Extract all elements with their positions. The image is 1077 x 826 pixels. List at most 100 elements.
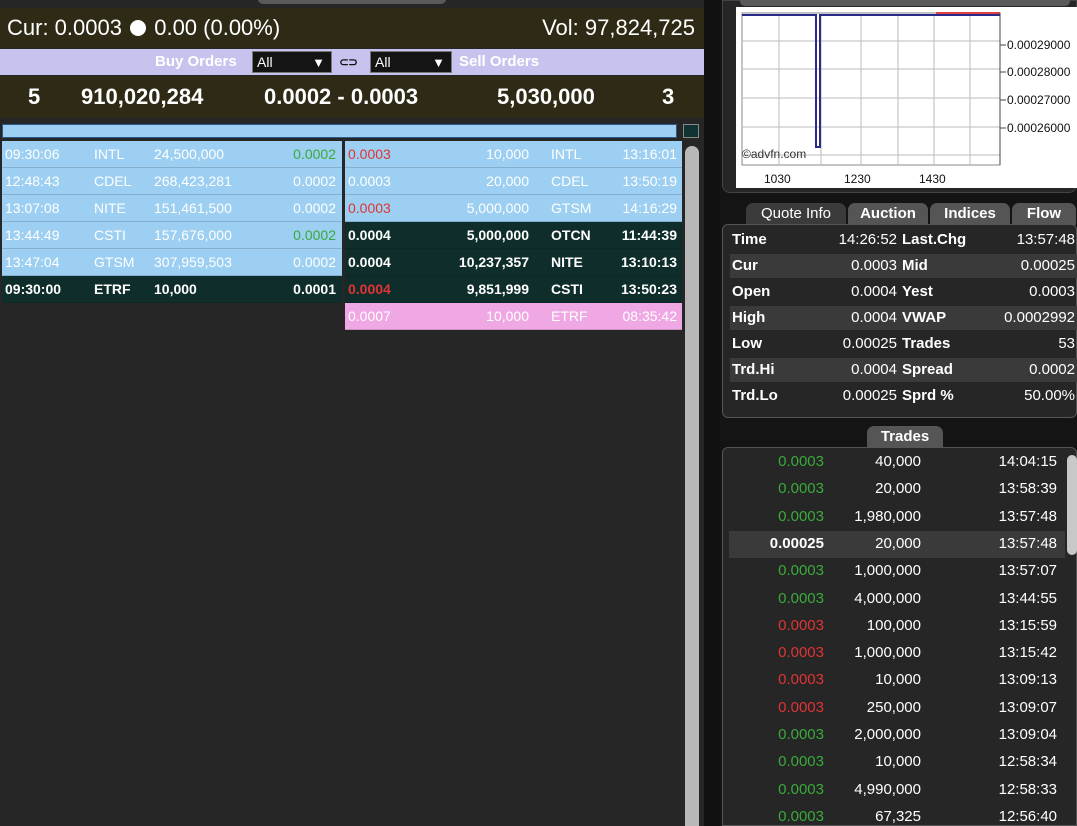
trade-row[interactable]: 0.0003 250,000 13:09:07 — [729, 695, 1065, 722]
buy-volume: 910,020,284 — [81, 84, 204, 109]
trade-row[interactable]: 0.0003 2,000,000 13:09:04 — [729, 722, 1065, 749]
trade-row[interactable]: 0.0003 1,000,000 13:15:42 — [729, 640, 1065, 667]
x-tick-label: 1030 — [764, 172, 791, 186]
sell-order-row[interactable]: 0.0007 10,000 ETRF 08:35:42 — [345, 303, 682, 330]
order-size: 9,851,999 — [466, 281, 529, 297]
price-header: Cur: 0.0003 0.00 (0.00%) Vol: 97,824,725 — [0, 8, 704, 48]
buy-orders-table: 09:30:06 INTL 24,500,000 0.0002 12:48:43 CDEL… — [2, 141, 342, 303]
quote-value: 0.00025 — [842, 387, 897, 404]
trades-label[interactable]: Trades — [867, 426, 943, 448]
trade-row[interactable]: 0.0003 10,000 12:58:34 — [729, 749, 1065, 776]
order-mm: ETRF — [551, 308, 588, 324]
current-price-label: Cur: 0.0003 — [7, 15, 122, 40]
buy-order-row[interactable]: 12:48:43 CDEL 268,423,281 0.0002 — [2, 168, 342, 195]
trade-qty: 1,980,000 — [854, 507, 921, 525]
order-time: 09:30:00 — [5, 281, 62, 297]
level-bar — [2, 124, 677, 138]
trade-row[interactable]: 0.0003 1,000,000 13:57:07 — [729, 558, 1065, 585]
trade-row[interactable]: 0.0003 67,325 12:56:40 — [729, 804, 1065, 826]
trade-row[interactable]: 0.0003 1,980,000 13:57:48 — [729, 504, 1065, 531]
intraday-chart[interactable]: ©advfn.com 1030 1230 1430 0.00029000 0.0… — [736, 7, 1077, 188]
order-time: 13:16:01 — [622, 146, 678, 162]
buy-order-row[interactable]: 13:47:04 GTSM 307,959,503 0.0002 — [2, 249, 342, 276]
order-time: 12:48:43 — [5, 173, 60, 189]
sell-order-row[interactable]: 0.0003 20,000 CDEL 13:50:19 — [345, 168, 682, 195]
tab-flow[interactable]: Flow — [1012, 203, 1076, 225]
trade-time: 13:15:42 — [998, 644, 1057, 662]
buy-count: 5 — [28, 84, 41, 109]
order-price: 0.0002 — [293, 146, 336, 162]
y-tick-label: 0.00029000 — [1007, 38, 1071, 52]
trades-scrollbar[interactable] — [1067, 455, 1077, 555]
tab-auction[interactable]: Auction — [848, 203, 928, 225]
sell-order-row[interactable]: 0.0004 10,237,357 NITE 13:10:13 — [345, 249, 682, 276]
quote-value: 50.00% — [1024, 387, 1075, 404]
sell-order-row[interactable]: 0.0004 9,851,999 CSTI 13:50:23 — [345, 276, 682, 303]
buy-order-row[interactable]: 09:30:00 ETRF 10,000 0.0001 — [2, 276, 342, 303]
trade-qty: 10,000 — [875, 671, 921, 689]
sell-order-row[interactable]: 0.0003 5,000,000 GTSM 14:16:29 — [345, 195, 682, 222]
quote-row: Trd.Hi 0.0004 Spread 0.0002 — [730, 358, 1077, 382]
order-size: 10,000 — [154, 281, 197, 297]
order-size: 10,000 — [486, 146, 529, 162]
buy-filter-value: All — [257, 54, 273, 70]
order-time: 09:30:06 — [5, 146, 60, 162]
panel-top-tab[interactable] — [258, 0, 446, 4]
trade-qty: 40,000 — [875, 453, 921, 470]
sell-filter-select[interactable]: All ▼ — [370, 51, 452, 73]
sell-volume: 5,030,000 — [497, 84, 595, 109]
order-time: 14:16:29 — [622, 200, 678, 216]
order-time: 08:35:42 — [622, 308, 678, 324]
link-filters-icon[interactable]: ⊂⊃ — [339, 55, 358, 69]
volume: Vol: 97,824,725 — [542, 15, 695, 40]
trade-time: 13:58:39 — [998, 480, 1057, 498]
buy-order-row[interactable]: 13:44:49 CSTI 157,676,000 0.0002 — [2, 222, 342, 249]
trade-qty: 1,000,000 — [854, 562, 921, 580]
order-time: 13:44:49 — [5, 227, 60, 243]
trade-qty: 4,000,000 — [854, 589, 921, 607]
buy-order-row[interactable]: 09:30:06 INTL 24,500,000 0.0002 — [2, 141, 342, 168]
buy-filter-select[interactable]: All ▼ — [252, 51, 332, 73]
quote-label: Spread — [902, 361, 953, 378]
trade-time: 13:09:07 — [998, 698, 1057, 716]
chart-top-tab[interactable] — [740, 0, 1070, 6]
buy-order-row[interactable]: 13:07:08 NITE 151,461,500 0.0002 — [2, 195, 342, 222]
tab-quote-info[interactable]: Quote Info — [746, 203, 846, 225]
quote-label: Yest — [902, 283, 933, 300]
order-time: 13:07:08 — [5, 200, 60, 216]
trade-row[interactable]: 0.0003 100,000 13:15:59 — [729, 613, 1065, 640]
order-mm: NITE — [551, 254, 583, 270]
trade-row[interactable]: 0.0003 10,000 13:09:13 — [729, 667, 1065, 694]
order-time: 13:10:13 — [620, 254, 677, 270]
order-price: 0.0002 — [293, 200, 336, 216]
trade-time: 13:15:59 — [998, 616, 1057, 634]
order-size: 157,676,000 — [154, 227, 232, 243]
panel-divider[interactable] — [704, 0, 720, 826]
trade-qty: 2,000,000 — [854, 726, 921, 743]
trade-row[interactable]: 0.0003 4,990,000 12:58:33 — [729, 777, 1065, 804]
order-size: 5,000,000 — [466, 200, 529, 216]
order-summary: 5 910,020,284 0.0002 - 0.0003 5,030,000 … — [0, 76, 704, 118]
quote-label: Mid — [902, 257, 928, 274]
quote-label: Trd.Hi — [732, 361, 775, 378]
trade-qty: 67,325 — [875, 807, 921, 825]
trade-row[interactable]: 0.0003 40,000 14:04:15 — [729, 449, 1065, 476]
order-mm: CSTI — [551, 281, 583, 297]
trade-row[interactable]: 0.0003 4,000,000 13:44:55 — [729, 586, 1065, 613]
trade-time: 13:09:04 — [998, 726, 1057, 743]
quote-row: Cur 0.0003 Mid 0.00025 — [730, 254, 1077, 278]
tab-indices[interactable]: Indices — [930, 203, 1010, 225]
sell-order-row[interactable]: 0.0004 5,000,000 OTCN 11:44:39 — [345, 222, 682, 249]
order-mm: OTCN — [551, 227, 591, 243]
quote-label: Trd.Lo — [732, 387, 778, 404]
collapse-toggle[interactable] — [683, 124, 699, 138]
order-book-scrollbar[interactable] — [685, 146, 699, 826]
quote-value: 0.0003 — [851, 257, 897, 274]
trade-row[interactable]: 0.0003 20,000 13:58:39 — [729, 476, 1065, 503]
trade-row[interactable]: 0.00025 20,000 13:57:48 — [729, 530, 1065, 558]
sell-order-row[interactable]: 0.0003 10,000 INTL 13:16:01 — [345, 141, 682, 168]
order-size: 307,959,503 — [154, 254, 232, 270]
order-mm: INTL — [551, 146, 582, 162]
trade-time: 12:58:34 — [998, 753, 1057, 771]
y-tick-label: 0.00028000 — [1007, 65, 1071, 79]
